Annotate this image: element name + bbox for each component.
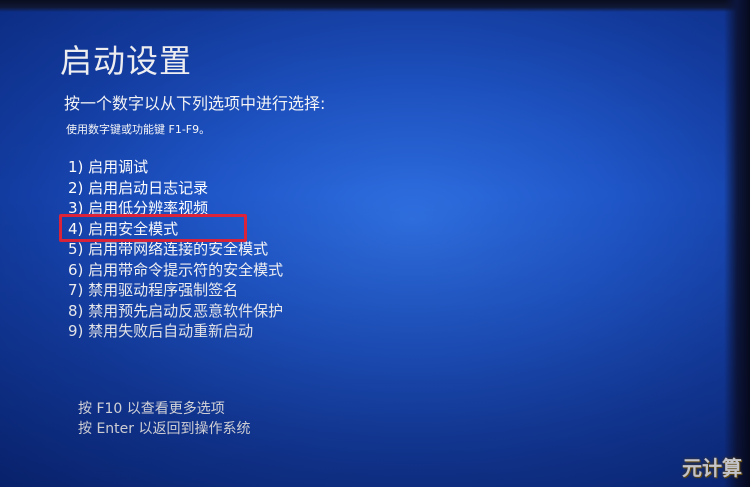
option-enable-safe-mode-networking[interactable]: 5) 启用带网络连接的安全模式: [68, 239, 283, 260]
page-title: 启动设置: [60, 42, 193, 80]
key-hint-text: 使用数字键或功能键 F1-F9。: [66, 123, 211, 136]
monitor-bezel-right: [724, 0, 750, 487]
monitor-bezel-top: [0, 0, 750, 12]
startup-settings-screen: 启动设置 按一个数字以从下列选项中进行选择: 使用数字键或功能键 F1-F9。 …: [0, 0, 750, 487]
option-disable-auto-restart[interactable]: 9) 禁用失败后自动重新启动: [68, 321, 283, 342]
return-os-hint[interactable]: 按 Enter 以返回到操作系统: [78, 419, 250, 439]
startup-options-list: 1) 启用调试 2) 启用启动日志记录 3) 启用低分辨率视频 4) 启用安全模…: [68, 157, 283, 342]
option-enable-boot-logging[interactable]: 2) 启用启动日志记录: [68, 178, 283, 199]
option-enable-safe-mode-command-prompt[interactable]: 6) 启用带命令提示符的安全模式: [68, 260, 283, 281]
option-disable-early-launch-antimalware[interactable]: 8) 禁用预先启动反恶意软件保护: [68, 301, 283, 322]
option-disable-driver-signature-enforcement[interactable]: 7) 禁用驱动程序强制签名: [68, 280, 283, 301]
instruction-text: 按一个数字以从下列选项中进行选择:: [64, 94, 326, 113]
watermark-logo: 元计算: [682, 456, 742, 480]
more-options-hint[interactable]: 按 F10 以查看更多选项: [78, 399, 250, 419]
option-enable-debugging[interactable]: 1) 启用调试: [68, 157, 283, 178]
safe-mode-highlight-box: [59, 214, 247, 242]
footer-instructions: 按 F10 以查看更多选项 按 Enter 以返回到操作系统: [78, 399, 250, 439]
